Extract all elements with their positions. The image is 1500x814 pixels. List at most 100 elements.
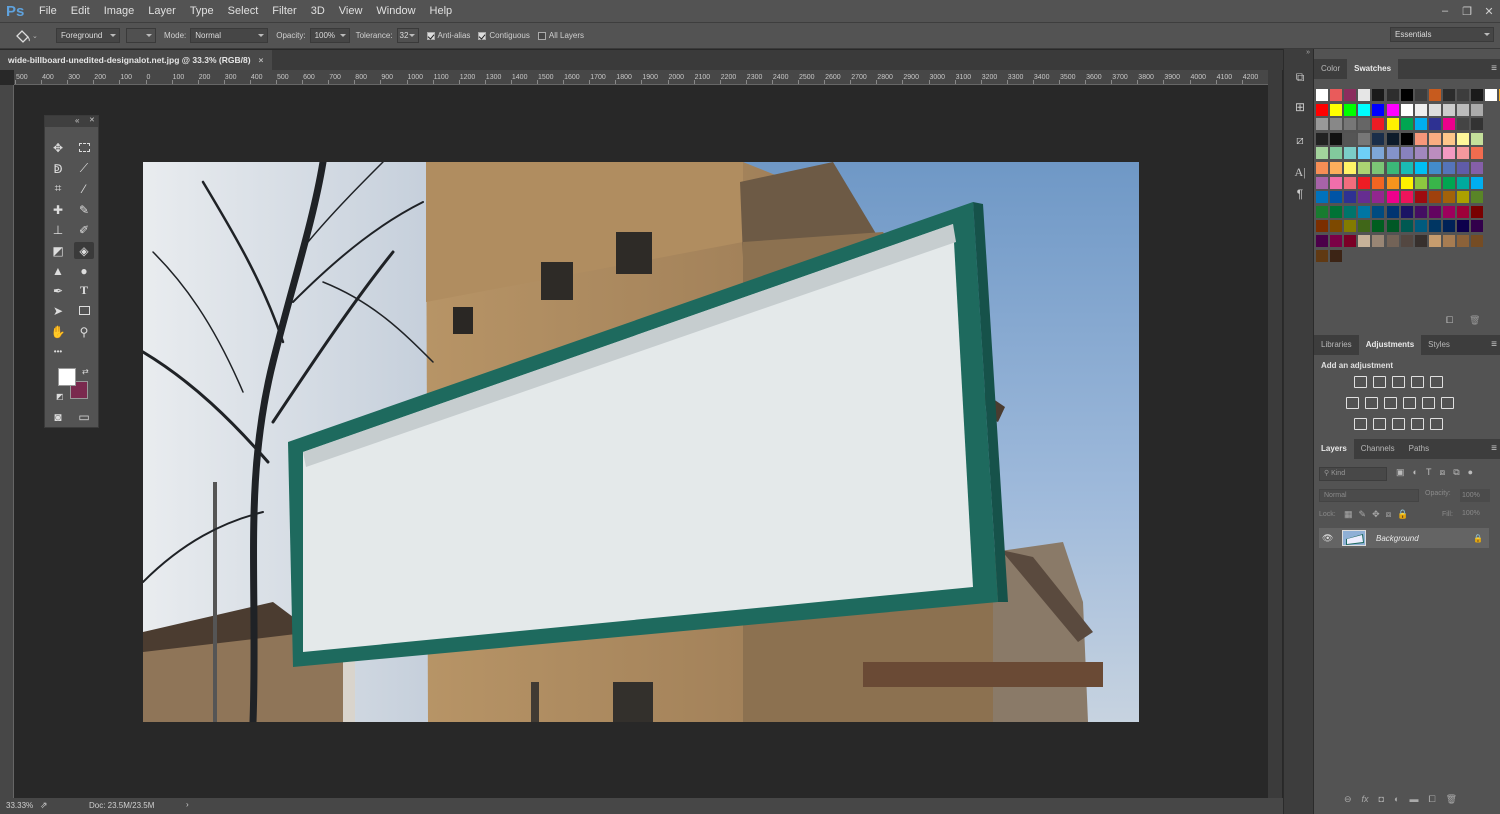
color-balance-icon[interactable]	[1365, 397, 1378, 409]
collapse-toolbox-icon[interactable]: «	[75, 116, 79, 125]
filter-smart-icon[interactable]: ⧉	[1453, 467, 1459, 481]
color-swatch[interactable]	[1414, 235, 1427, 247]
character-panel-icon[interactable]: A|	[1292, 164, 1308, 180]
contiguous-checkbox[interactable]: Contiguous	[478, 31, 530, 40]
color-swatch[interactable]	[1358, 235, 1371, 247]
color-swatch[interactable]	[1344, 89, 1357, 101]
fill-field[interactable]: 100%	[1460, 510, 1490, 523]
color-swatch[interactable]	[1316, 205, 1328, 218]
edit-toolbar-icon[interactable]: •••	[48, 343, 68, 360]
color-swatch[interactable]	[1457, 235, 1469, 247]
hand-tool-icon[interactable]: ✋	[48, 323, 68, 340]
color-swatch[interactable]	[1316, 191, 1328, 204]
color-swatch[interactable]	[1414, 118, 1427, 131]
tab-channels[interactable]: Channels	[1354, 439, 1402, 459]
color-swatch[interactable]	[1414, 132, 1427, 145]
color-swatch[interactable]	[1372, 89, 1385, 101]
color-swatch[interactable]	[1428, 162, 1441, 174]
color-swatch[interactable]	[1414, 191, 1427, 204]
toolbox-header[interactable]: « ✕	[45, 116, 98, 127]
add-mask-icon[interactable]: ◘	[1379, 794, 1384, 805]
filter-toggle-icon[interactable]: ●	[1468, 467, 1473, 481]
color-swatch[interactable]	[1372, 132, 1385, 145]
lock-artboard-icon[interactable]: ⧈	[1386, 509, 1392, 520]
default-colors-icon[interactable]: ◩	[56, 392, 64, 401]
screen-mode-icon[interactable]: ▭	[74, 408, 94, 425]
color-swatch[interactable]	[1400, 147, 1413, 160]
gradient-map-icon[interactable]	[1430, 418, 1443, 430]
color-swatch[interactable]	[1400, 103, 1413, 116]
brush-tool-icon[interactable]: ✎	[74, 201, 94, 218]
color-swatch[interactable]	[1414, 162, 1427, 174]
color-swatch[interactable]	[1316, 89, 1328, 101]
color-swatch[interactable]	[1414, 220, 1427, 233]
layer-opacity-field[interactable]: 100%	[1460, 489, 1490, 502]
close-document-icon[interactable]: ×	[259, 50, 264, 70]
share-icon[interactable]: ⇗	[40, 800, 48, 811]
color-swatch[interactable]	[1471, 118, 1484, 131]
color-swatch[interactable]	[1471, 235, 1484, 247]
tab-adjustments[interactable]: Adjustments	[1358, 335, 1422, 355]
color-swatch[interactable]	[1358, 132, 1371, 145]
color-swatch[interactable]	[1330, 191, 1343, 204]
tab-swatches[interactable]: Swatches	[1347, 59, 1399, 79]
color-swatch[interactable]	[1386, 103, 1399, 116]
delete-swatch-icon[interactable]: 🗑	[1469, 315, 1480, 326]
color-swatch[interactable]	[1386, 191, 1399, 204]
color-swatch[interactable]	[1400, 176, 1413, 189]
workspace-switcher[interactable]: Essentials	[1390, 27, 1494, 42]
crop-tool-icon[interactable]: ⌗	[48, 180, 68, 197]
color-swatch[interactable]	[1358, 147, 1371, 160]
color-swatch[interactable]	[1330, 176, 1343, 189]
color-swatch[interactable]	[1442, 220, 1455, 233]
lock-pixels-icon[interactable]: ✎	[1359, 509, 1367, 520]
color-swatch[interactable]	[1386, 176, 1399, 189]
color-swatch[interactable]	[1414, 147, 1427, 160]
color-swatch[interactable]	[1442, 147, 1455, 160]
color-swatch[interactable]	[1471, 132, 1484, 145]
color-swatch[interactable]	[1330, 132, 1343, 145]
color-swatch[interactable]	[1386, 118, 1399, 131]
eyedropper-tool-icon[interactable]: ⁄	[74, 180, 94, 197]
brightness-contrast-icon[interactable]	[1354, 376, 1367, 388]
tab-layers[interactable]: Layers	[1314, 439, 1354, 459]
color-swatch[interactable]	[1428, 132, 1441, 145]
color-swatch[interactable]	[1358, 162, 1371, 174]
menu-help[interactable]: Help	[423, 0, 460, 22]
anti-alias-checkbox[interactable]: Anti-alias	[426, 31, 470, 40]
history-brush-tool-icon[interactable]: ✐	[74, 221, 94, 238]
color-swatch[interactable]	[1316, 176, 1328, 189]
menu-view[interactable]: View	[332, 0, 370, 22]
menu-file[interactable]: File	[32, 0, 64, 22]
color-swatch[interactable]	[1316, 235, 1328, 247]
color-swatch[interactable]	[1442, 205, 1455, 218]
color-swatch[interactable]	[1386, 132, 1399, 145]
color-swatch[interactable]	[1372, 147, 1385, 160]
color-swatch[interactable]	[1344, 205, 1357, 218]
color-swatch[interactable]	[1457, 132, 1469, 145]
color-swatch[interactable]	[1330, 118, 1343, 131]
quick-selection-tool-icon[interactable]: ⟋	[74, 160, 94, 177]
color-swatch[interactable]	[1372, 220, 1385, 233]
color-swatch[interactable]	[1358, 205, 1371, 218]
pen-tool-icon[interactable]: ✒	[48, 282, 68, 299]
color-swatch[interactable]	[1457, 176, 1469, 189]
color-swatch[interactable]	[1471, 162, 1484, 174]
vibrance-icon[interactable]	[1430, 376, 1443, 388]
color-swatch[interactable]	[1442, 162, 1455, 174]
photo-filter-icon[interactable]	[1403, 397, 1416, 409]
fx-icon[interactable]: fx	[1362, 794, 1369, 805]
color-swatch[interactable]	[1358, 220, 1371, 233]
layer-row-background[interactable]: 👁 Background 🔒	[1319, 528, 1489, 548]
color-swatch[interactable]	[1330, 220, 1343, 233]
color-swatch[interactable]	[1471, 103, 1484, 116]
color-swatch[interactable]	[1414, 103, 1427, 116]
menu-image[interactable]: Image	[97, 0, 142, 22]
color-swatch[interactable]	[1485, 89, 1498, 101]
filter-adjustment-icon[interactable]: ◐	[1413, 467, 1418, 481]
layer-filter-kind-dropdown[interactable]: ⚲ Kind	[1319, 467, 1387, 481]
color-swatch[interactable]	[1330, 235, 1343, 247]
hue-saturation-icon[interactable]	[1346, 397, 1359, 409]
tab-styles[interactable]: Styles	[1421, 335, 1457, 355]
color-swatch[interactable]	[1457, 205, 1469, 218]
